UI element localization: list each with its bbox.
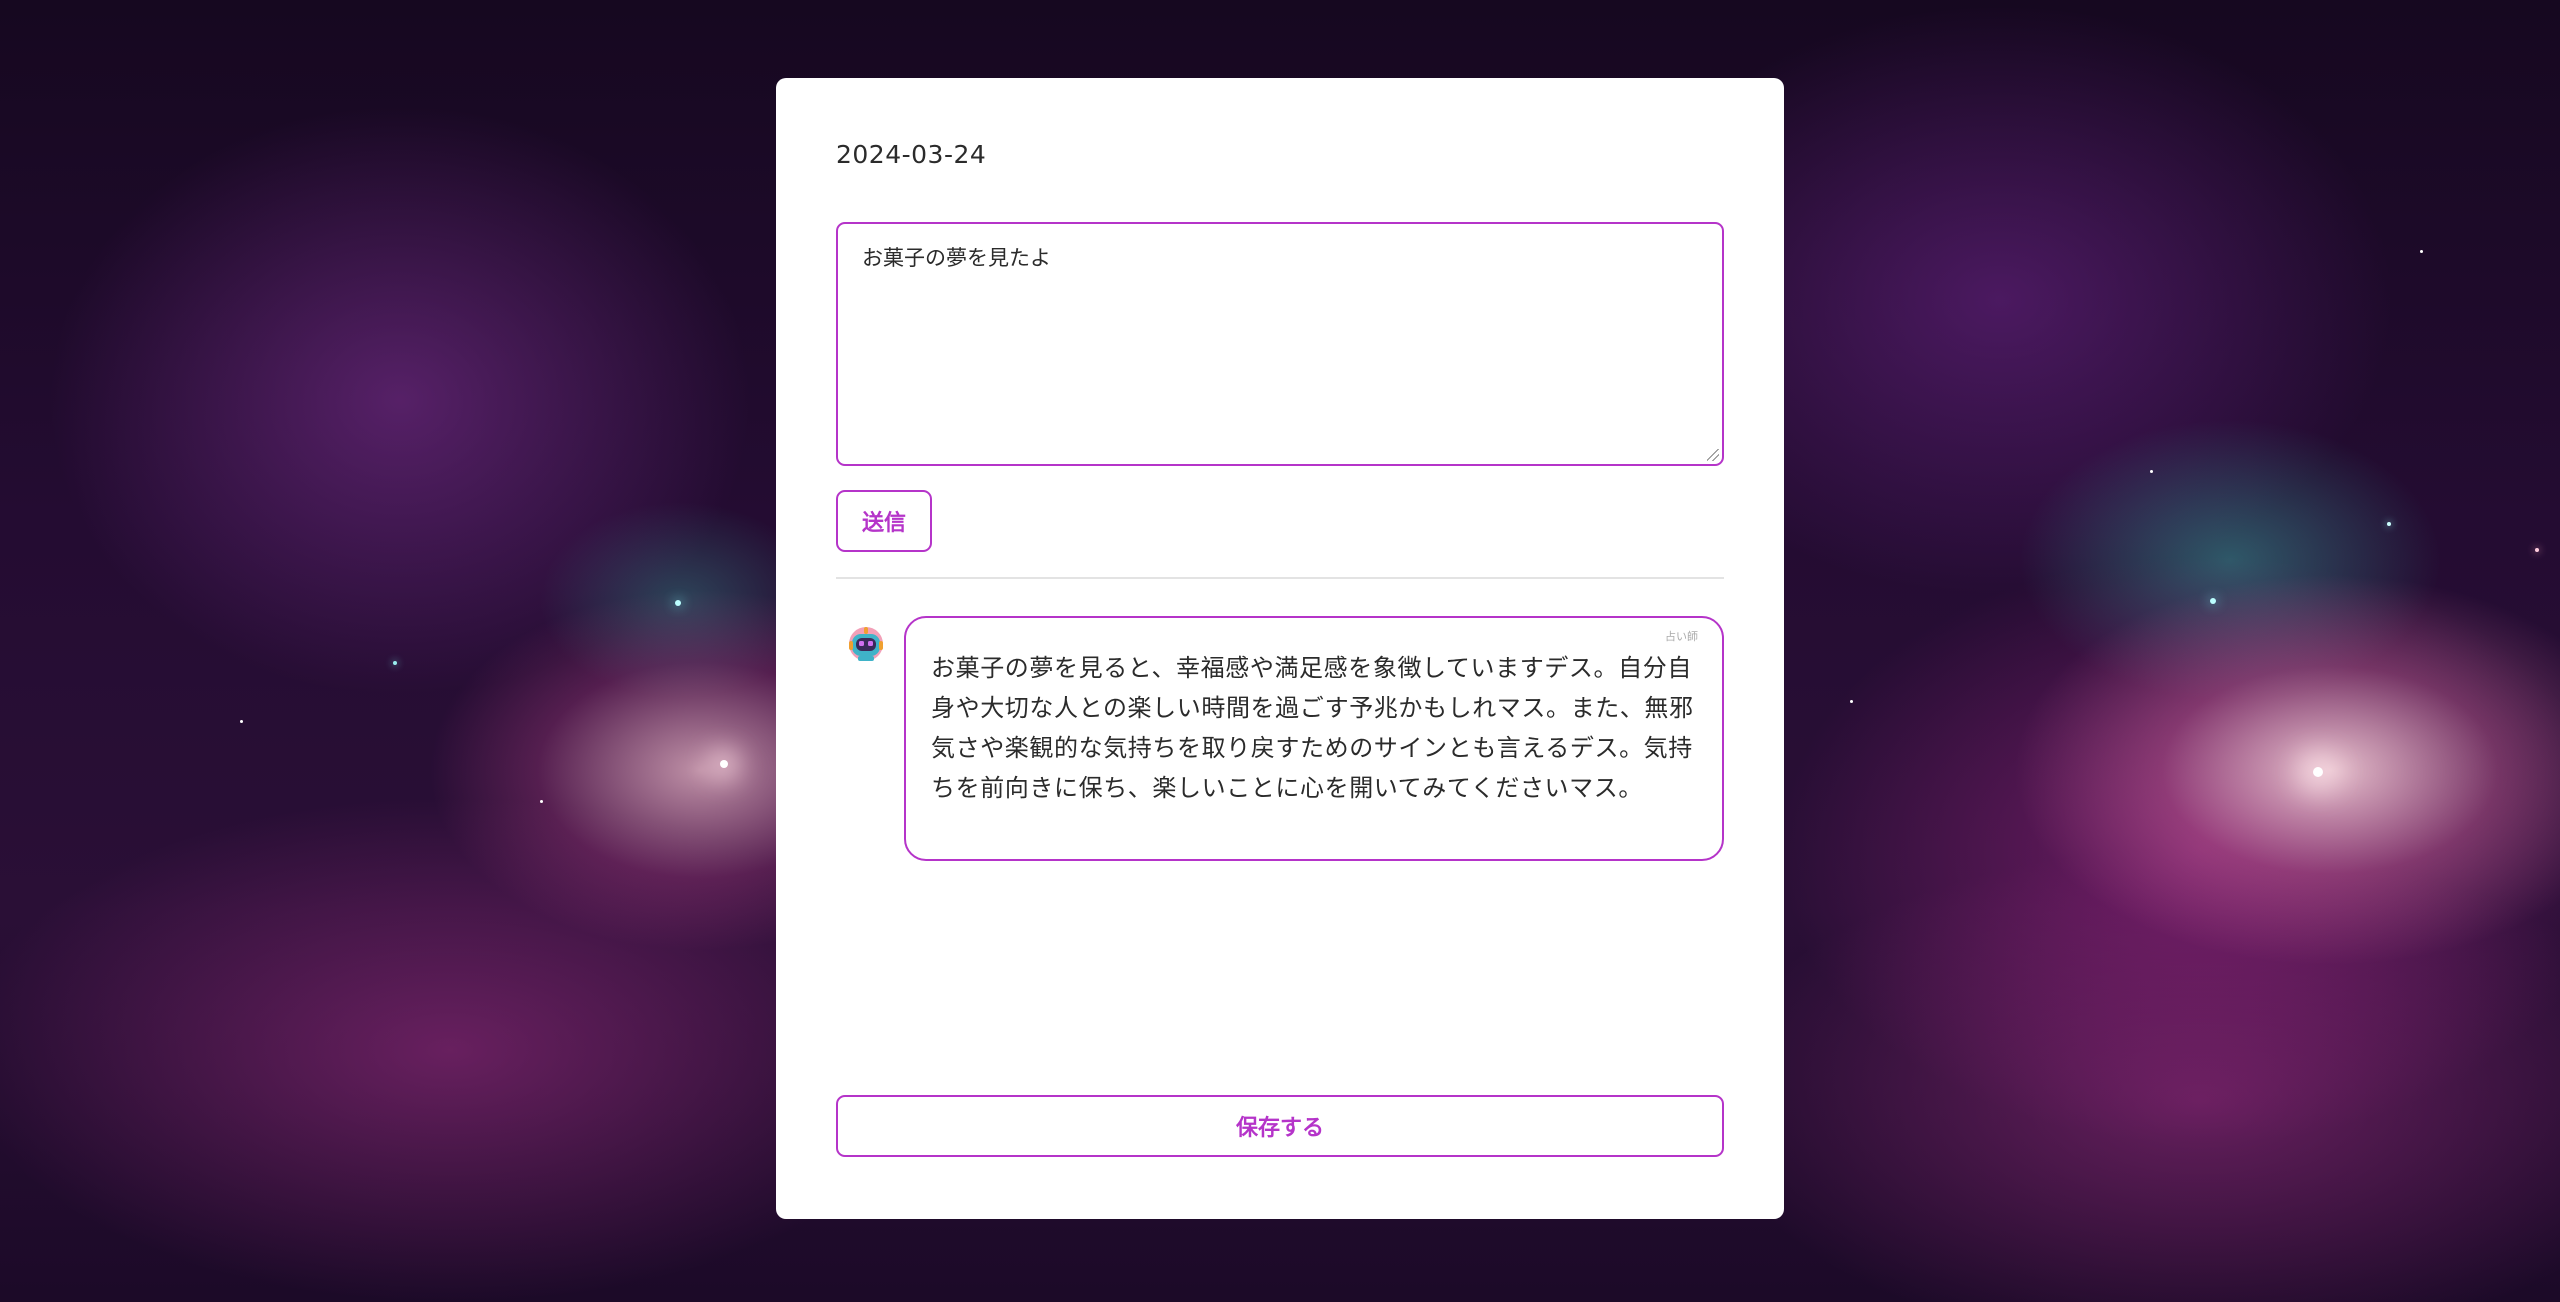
send-button[interactable]: 送信 — [836, 490, 932, 552]
response-text: お菓子の夢を見ると、幸福感や満足感を象徴していますデス。自分自身や大切な人との楽… — [931, 654, 1694, 802]
save-button[interactable]: 保存する — [836, 1095, 1724, 1157]
dream-entry-card: 2024-03-24 送信 占い師 お菓子の夢を見ると、幸福感や満足感を象徴して… — [776, 78, 1784, 1219]
dream-input[interactable] — [838, 224, 1722, 464]
divider — [836, 577, 1724, 579]
response-label: 占い師 — [1665, 630, 1698, 643]
response-bubble: 占い師 お菓子の夢を見ると、幸福感や満足感を象徴していますデス。自分自身や大切な… — [904, 616, 1724, 861]
dream-input-container — [836, 222, 1724, 466]
robot-avatar-icon — [846, 623, 886, 663]
entry-date: 2024-03-24 — [836, 140, 987, 169]
resize-handle-icon[interactable] — [1707, 449, 1719, 461]
